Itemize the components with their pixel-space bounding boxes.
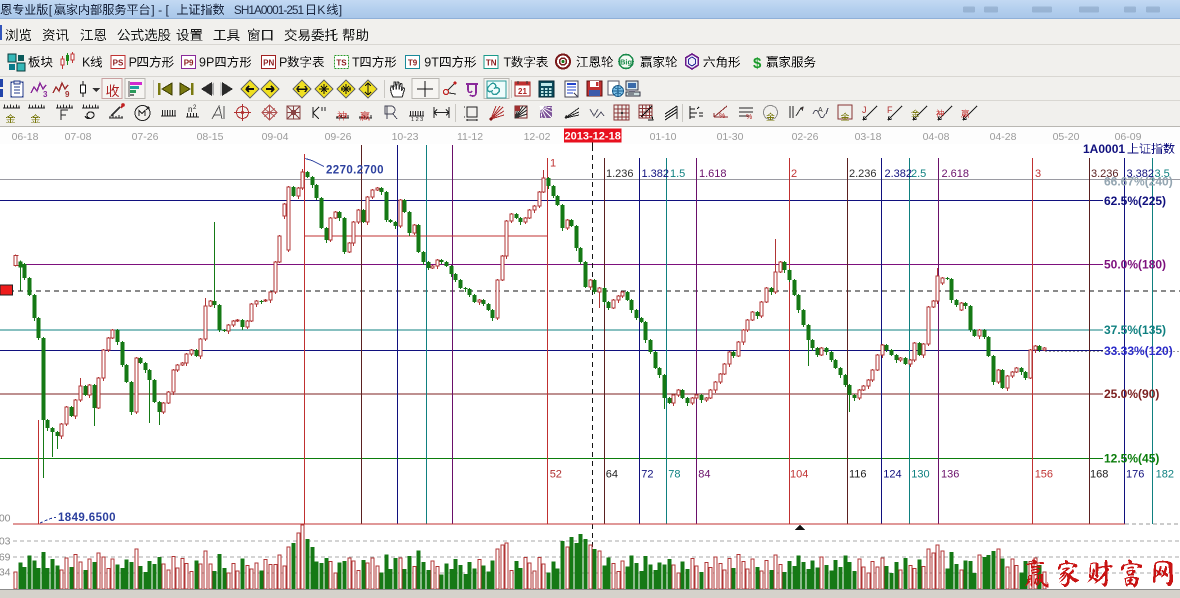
svg-text:12.5%(45): 12.5%(45) <box>1104 452 1159 466</box>
svg-text:124: 124 <box>883 469 901 481</box>
svg-text:25.0%(90): 25.0%(90) <box>1104 387 1159 401</box>
svg-text:130: 130 <box>911 469 929 481</box>
svg-text:12-02: 12-02 <box>524 131 551 143</box>
svg-text:1.382: 1.382 <box>642 168 670 180</box>
svg-text:1A0001: 1A0001 <box>1083 142 1125 156</box>
svg-text:03-18: 03-18 <box>855 131 882 143</box>
svg-text:P: P <box>279 56 287 70</box>
svg-text:2.5: 2.5 <box>911 168 926 180</box>
svg-text:$: $ <box>753 55 762 72</box>
svg-text:21: 21 <box>518 87 527 96</box>
svg-text:06-18: 06-18 <box>12 131 39 143</box>
svg-text:J: J <box>862 105 867 115</box>
svg-text:1.236: 1.236 <box>606 168 634 180</box>
svg-text:2.382: 2.382 <box>885 168 913 180</box>
svg-text:62.5%(225): 62.5%(225) <box>1104 194 1166 208</box>
svg-text:9T: 9T <box>424 56 439 70</box>
svg-text:PN: PN <box>263 59 274 68</box>
svg-text:37.5%(135): 37.5%(135) <box>1104 323 1166 337</box>
svg-text:34: 34 <box>0 567 11 579</box>
svg-text:1.5: 1.5 <box>670 168 685 180</box>
svg-text:TN: TN <box>486 59 497 68</box>
svg-text:07-08: 07-08 <box>65 131 92 143</box>
svg-text:2270.2700: 2270.2700 <box>326 165 384 177</box>
svg-text:01-10: 01-10 <box>650 131 677 143</box>
svg-text:50.0%(180): 50.0%(180) <box>1104 258 1166 272</box>
svg-text:SH1A0001-251: SH1A0001-251 <box>234 3 304 17</box>
svg-text:1.618: 1.618 <box>699 168 727 180</box>
svg-text:9P: 9P <box>199 56 214 70</box>
svg-text:72: 72 <box>641 469 653 481</box>
svg-text:104: 104 <box>790 469 808 481</box>
svg-text:]: ] <box>339 3 342 17</box>
svg-text:2.618: 2.618 <box>942 168 970 180</box>
svg-text:1 2 3: 1 2 3 <box>411 117 423 123</box>
svg-text:T: T <box>352 56 360 70</box>
svg-text:2.236: 2.236 <box>849 168 877 180</box>
svg-text:176: 176 <box>1126 469 1144 481</box>
svg-text:08-15: 08-15 <box>197 131 224 143</box>
svg-text:11-12: 11-12 <box>457 131 483 143</box>
svg-text:09-04: 09-04 <box>262 131 289 143</box>
svg-text:2013-12-18: 2013-12-18 <box>565 131 621 143</box>
svg-text:84: 84 <box>698 469 710 481</box>
svg-text:3: 3 <box>43 90 48 99</box>
svg-text:Big: Big <box>620 58 633 67</box>
svg-text:01-30: 01-30 <box>717 131 744 143</box>
svg-text:n: n <box>188 105 192 114</box>
svg-text:03: 03 <box>0 536 11 548</box>
svg-text:K: K <box>82 56 91 70</box>
svg-text:04-28: 04-28 <box>990 131 1017 143</box>
svg-text:33.33%(120): 33.33%(120) <box>1104 344 1173 358</box>
svg-text:09-26: 09-26 <box>325 131 352 143</box>
svg-text:9: 9 <box>65 90 70 99</box>
svg-text:64: 64 <box>606 469 618 481</box>
svg-text:%: % <box>719 113 725 120</box>
svg-text:1849.6500: 1849.6500 <box>58 512 116 524</box>
svg-text:66.67%(240): 66.67%(240) <box>1104 175 1173 189</box>
svg-text:T: T <box>504 56 512 70</box>
svg-text:1: 1 <box>550 158 556 170</box>
svg-text:168: 168 <box>1090 469 1108 481</box>
svg-text:07-26: 07-26 <box>132 131 159 143</box>
svg-text:P9: P9 <box>184 59 194 68</box>
svg-text:K: K <box>317 3 325 17</box>
svg-text:78: 78 <box>668 469 680 481</box>
svg-text:156: 156 <box>1035 469 1053 481</box>
svg-text:T9: T9 <box>408 59 418 68</box>
svg-text:136: 136 <box>941 469 959 481</box>
svg-text:52: 52 <box>550 469 562 481</box>
svg-text:PS: PS <box>113 59 124 68</box>
svg-text:3: 3 <box>1035 168 1041 180</box>
svg-text:F: F <box>887 105 893 115</box>
svg-text:116: 116 <box>849 469 867 481</box>
svg-text:P: P <box>129 56 137 70</box>
svg-text:TS: TS <box>336 59 347 68</box>
svg-text:182: 182 <box>1156 469 1174 481</box>
svg-text:A: A <box>818 107 823 114</box>
svg-text:] - [: ] - [ <box>151 3 169 17</box>
svg-text:10-23: 10-23 <box>392 131 419 143</box>
svg-text:02-26: 02-26 <box>792 131 819 143</box>
svg-text:04-08: 04-08 <box>923 131 950 143</box>
svg-text:%: % <box>746 114 752 121</box>
svg-text:05-20: 05-20 <box>1053 131 1080 143</box>
svg-text:00: 00 <box>0 513 11 525</box>
svg-text:69: 69 <box>0 552 11 564</box>
svg-text:2: 2 <box>791 168 797 180</box>
